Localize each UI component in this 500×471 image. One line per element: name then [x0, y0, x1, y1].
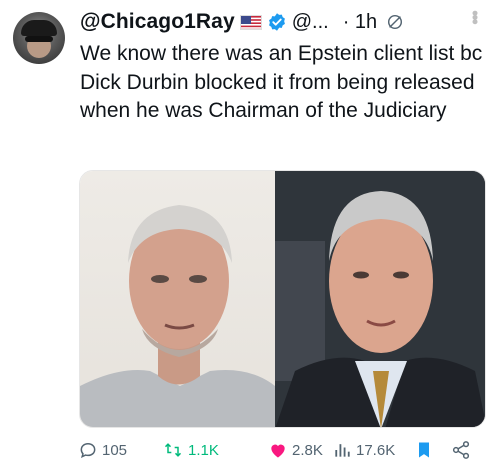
reply-icon [80, 442, 96, 459]
avatar-glasses [25, 36, 53, 42]
more-options-icon[interactable]: ••• [465, 10, 485, 23]
display-name[interactable]: @Chicago1Ray [80, 10, 235, 34]
reply-button[interactable]: 105 [78, 440, 127, 460]
views-icon [335, 444, 350, 457]
reply-count: 105 [102, 441, 128, 459]
portrait-photo-right[interactable] [275, 171, 485, 427]
bookmark-button[interactable] [415, 440, 437, 460]
muted-icon [386, 13, 404, 31]
tweet-text: We know there was an Epstein client list… [80, 42, 483, 122]
views-button[interactable]: 17.6K [332, 440, 395, 460]
like-button[interactable]: 2.8K [268, 440, 323, 460]
share-icon [452, 441, 470, 459]
share-button[interactable] [450, 440, 476, 460]
avatar-cap [21, 20, 57, 36]
us-flag-icon [239, 14, 262, 30]
tweet-media[interactable] [79, 170, 486, 428]
tweet-actions: 105 1.1K 2.8K 17.6K [78, 440, 490, 466]
verified-badge-icon [267, 12, 287, 32]
like-count: 2.8K [292, 441, 323, 459]
timestamp[interactable]: · 1h [343, 11, 377, 34]
avatar[interactable] [13, 12, 65, 64]
heart-icon [271, 444, 285, 458]
retweet-icon [164, 443, 182, 457]
retweet-count: 1.1K [188, 441, 219, 459]
views-count: 17.6K [356, 441, 396, 459]
portrait-photo-left[interactable] [80, 171, 275, 427]
handle[interactable]: @... [292, 11, 329, 34]
tweet-header: @Chicago1Ray @... · 1h ••• [80, 8, 490, 36]
bookmark-icon [419, 442, 429, 458]
retweet-button[interactable]: 1.1K [162, 440, 219, 460]
